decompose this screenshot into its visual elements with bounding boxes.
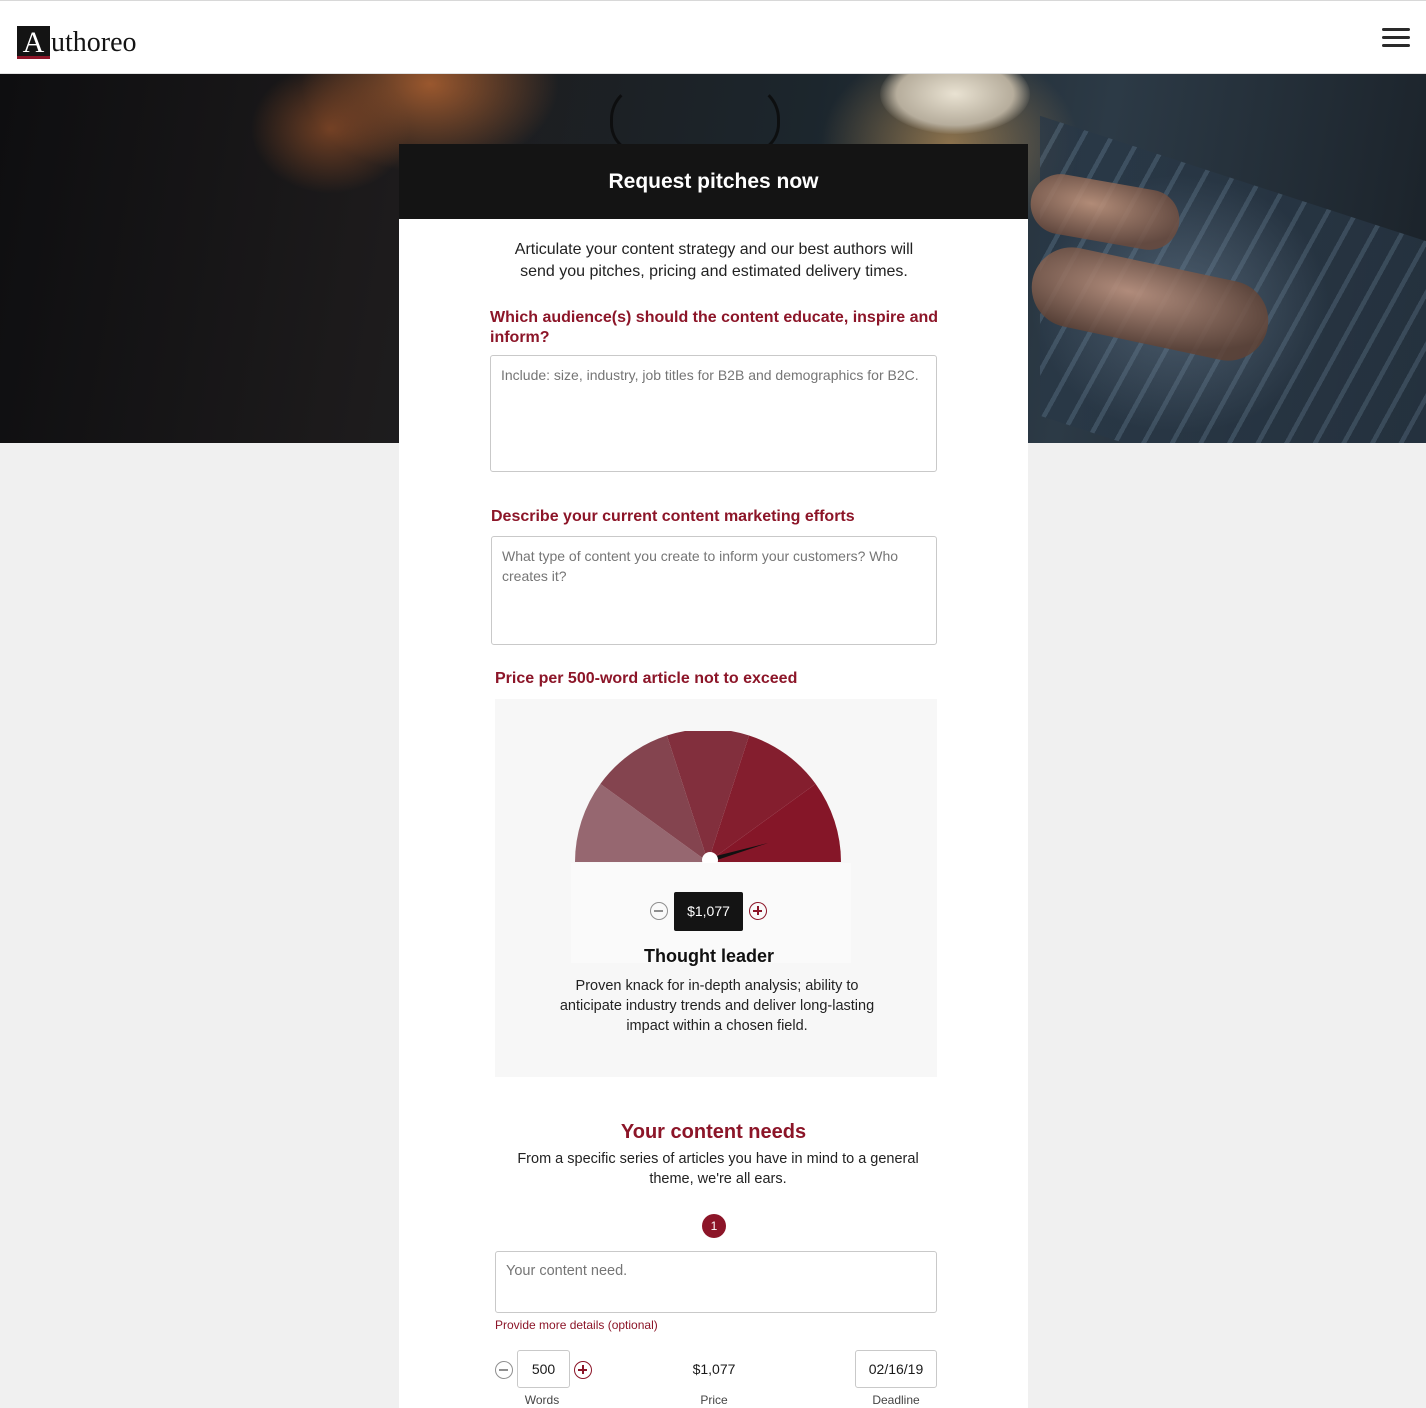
audience-label: Which audience(s) should the content edu… bbox=[490, 309, 939, 346]
top-navigation-bar: A uthoreo bbox=[0, 0, 1426, 74]
price-decrease-icon[interactable] bbox=[650, 902, 668, 920]
form-intro-text: Articulate your content strategy and our… bbox=[514, 241, 914, 280]
efforts-label: Describe your current content marketing … bbox=[491, 508, 855, 525]
request-pitches-form: Articulate your content strategy and our… bbox=[399, 219, 1028, 1408]
form-title: Request pitches now bbox=[608, 170, 819, 193]
price-label: Price per 500-word article not to exceed bbox=[495, 670, 798, 687]
form-header: Request pitches now bbox=[399, 144, 1028, 219]
need-price-label: Price bbox=[700, 1393, 728, 1407]
words-input[interactable]: 500 bbox=[517, 1350, 570, 1388]
words-label: Words bbox=[524, 1393, 560, 1407]
price-gauge-panel: $1,077 Thought leader Proven knack for i… bbox=[495, 699, 937, 1077]
content-needs-subtitle: From a specific series of articles you h… bbox=[517, 1151, 919, 1187]
price-gauge[interactable] bbox=[575, 731, 841, 867]
content-need-input[interactable]: Your content need. bbox=[495, 1251, 937, 1313]
logo-wordmark: uthoreo bbox=[51, 27, 137, 58]
words-increase-icon[interactable] bbox=[574, 1361, 592, 1379]
content-need-number-badge: 1 bbox=[702, 1214, 726, 1238]
tier-title: Thought leader bbox=[644, 946, 774, 966]
logo-mark: A bbox=[17, 26, 50, 59]
price-value-display[interactable]: $1,077 bbox=[674, 892, 743, 931]
more-details-link[interactable]: Provide more details (optional) bbox=[495, 1318, 658, 1332]
price-increase-icon[interactable] bbox=[749, 902, 767, 920]
deadline-input[interactable]: 02/16/19 bbox=[855, 1350, 937, 1388]
need-price-value: $1,077 bbox=[692, 1361, 736, 1377]
efforts-textarea[interactable]: What type of content you create to infor… bbox=[491, 536, 937, 645]
hamburger-menu-icon[interactable] bbox=[1382, 28, 1410, 50]
content-needs-title: Your content needs bbox=[620, 1121, 807, 1143]
audience-textarea[interactable]: Include: size, industry, job titles for … bbox=[490, 355, 937, 472]
deadline-label: Deadline bbox=[872, 1393, 920, 1407]
words-decrease-icon[interactable] bbox=[495, 1361, 513, 1379]
authoreo-logo[interactable]: A uthoreo bbox=[17, 22, 137, 59]
tier-description: Proven knack for in-depth analysis; abil… bbox=[559, 978, 875, 1034]
